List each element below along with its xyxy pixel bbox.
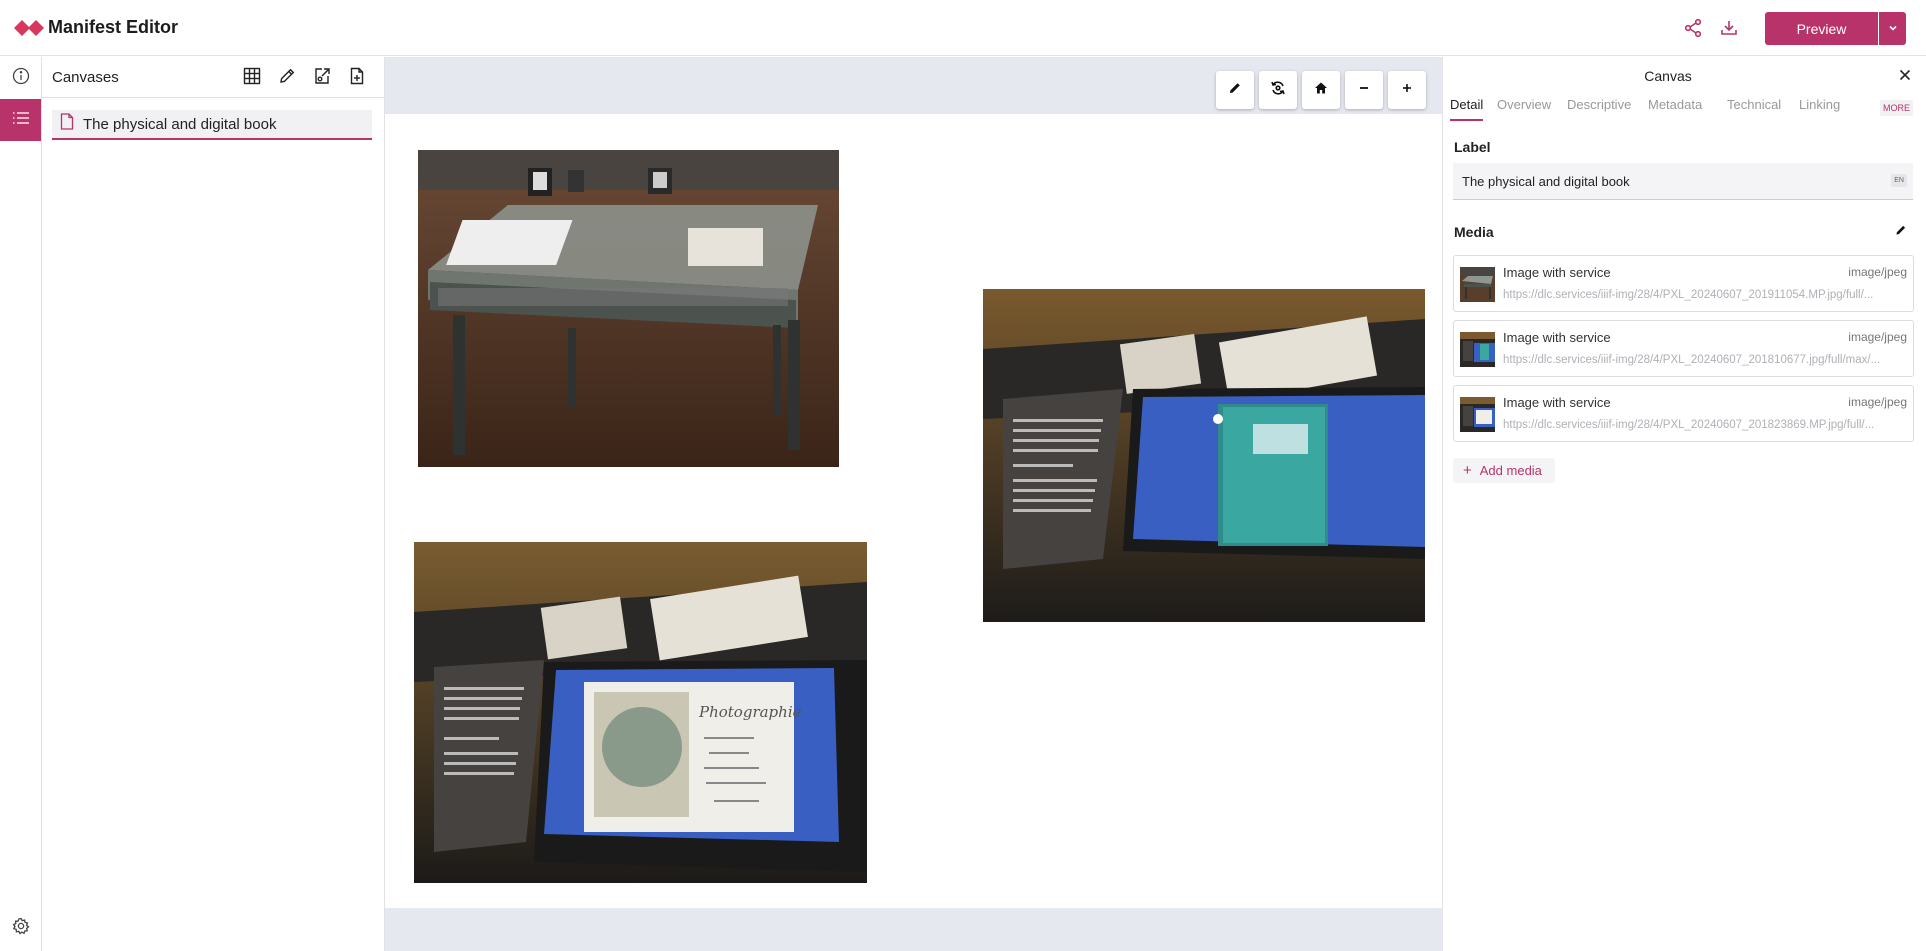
- tab-descriptive[interactable]: Descriptive: [1567, 97, 1631, 121]
- photo-exhibit-case: [418, 150, 839, 467]
- preview-button[interactable]: Preview: [1765, 12, 1878, 45]
- media-url: https://dlc.services/iiif-img/28/4/PXL_2…: [1503, 289, 1874, 301]
- export-button[interactable]: [309, 65, 335, 91]
- canvas-properties-panel: Canvas Detail Overview Descriptive Metad…: [1442, 57, 1926, 951]
- list-icon: [12, 111, 30, 130]
- edit-icon: [1228, 81, 1242, 100]
- panel-tabs: Detail Overview Descriptive Metadata Tec…: [1443, 97, 1917, 121]
- edit-canvases-button[interactable]: [274, 65, 300, 91]
- grid-icon: [243, 67, 261, 90]
- download-icon[interactable]: [1716, 15, 1742, 41]
- label-field[interactable]: The physical and digital book EN: [1453, 163, 1913, 200]
- sidebar-title: Canvases: [52, 69, 119, 86]
- media-item[interactable]: Image with service image/jpeg https://dl…: [1453, 385, 1914, 442]
- media-type: image/jpeg: [1848, 330, 1907, 344]
- reset-view-button[interactable]: [1259, 71, 1297, 109]
- home-icon: [1314, 81, 1328, 100]
- settings-button[interactable]: [0, 907, 41, 949]
- canvas-viewer: Photographie: [385, 57, 1442, 951]
- label-value: The physical and digital book: [1462, 174, 1630, 189]
- add-media-label: Add media: [1479, 463, 1542, 478]
- media-url: https://dlc.services/iiif-img/28/4/PXL_2…: [1503, 354, 1881, 366]
- language-badge[interactable]: EN: [1891, 174, 1907, 187]
- top-bar: Manifest Editor Preview: [0, 0, 1926, 56]
- label-heading: Label: [1454, 139, 1491, 155]
- reset-icon: [1270, 80, 1286, 101]
- file-icon: [60, 113, 74, 135]
- app-logo-icon: [14, 17, 44, 39]
- media-item[interactable]: Image with service image/jpeg https://dl…: [1453, 255, 1914, 312]
- sidebar-header: Canvases: [42, 57, 384, 98]
- close-icon: [1899, 68, 1911, 86]
- zoom-out-button[interactable]: [1345, 71, 1383, 109]
- tab-detail[interactable]: Detail: [1450, 97, 1484, 121]
- canvas-list-button[interactable]: [0, 99, 41, 141]
- viewer-edit-button[interactable]: [1216, 71, 1254, 109]
- media-item[interactable]: Image with service image/jpeg https://dl…: [1453, 320, 1914, 377]
- zoom-in-icon: [1401, 81, 1413, 99]
- media-name: Image with service: [1503, 265, 1611, 280]
- settings-icon: [12, 917, 30, 940]
- home-button[interactable]: [1302, 71, 1340, 109]
- panel-title: Canvas: [1644, 68, 1692, 84]
- media-name: Image with service: [1503, 395, 1611, 410]
- info-icon: [12, 67, 30, 90]
- media-heading: Media: [1454, 224, 1494, 240]
- svg-text:Photographie: Photographie: [698, 703, 802, 721]
- plus-icon: +: [1463, 462, 1472, 479]
- tab-technical[interactable]: Technical: [1727, 97, 1781, 121]
- left-rail: [0, 57, 42, 951]
- zoom-in-button[interactable]: [1388, 71, 1426, 109]
- canvases-sidebar: Canvases The physical and digital book: [42, 57, 385, 951]
- share-icon[interactable]: [1680, 15, 1706, 41]
- add-file-icon: [348, 67, 366, 90]
- info-button[interactable]: [0, 57, 41, 99]
- media-type: image/jpeg: [1848, 265, 1907, 279]
- media-type: image/jpeg: [1848, 395, 1907, 409]
- chevron-down-icon: [1888, 20, 1898, 38]
- tab-linking[interactable]: Linking: [1799, 97, 1840, 121]
- add-canvas-button[interactable]: [344, 65, 370, 91]
- media-thumbnail: [1460, 397, 1495, 432]
- canvas-item-label: The physical and digital book: [83, 115, 277, 133]
- export-icon: [313, 67, 331, 90]
- media-thumbnail: [1460, 267, 1495, 302]
- edit-icon: [1895, 223, 1907, 241]
- canvas-stage[interactable]: Photographie: [385, 114, 1442, 908]
- zoom-out-icon: [1358, 81, 1370, 99]
- canvas-list-item[interactable]: The physical and digital book: [52, 110, 372, 140]
- edit-media-button[interactable]: [1891, 222, 1911, 242]
- tab-metadata[interactable]: Metadata: [1648, 97, 1702, 121]
- photo-album-screen-photographie: Photographie: [414, 542, 867, 883]
- media-thumbnail: [1460, 332, 1495, 367]
- photo-album-screen-green: [983, 289, 1425, 622]
- close-panel-button[interactable]: [1893, 65, 1917, 89]
- preview-options-button[interactable]: [1879, 12, 1906, 45]
- edit-icon: [278, 67, 296, 90]
- media-name: Image with service: [1503, 330, 1611, 345]
- media-url: https://dlc.services/iiif-img/28/4/PXL_2…: [1503, 419, 1875, 431]
- tab-overview[interactable]: Overview: [1497, 97, 1551, 121]
- grid-view-button[interactable]: [239, 65, 265, 91]
- app-title: Manifest Editor: [48, 17, 179, 37]
- more-tabs-button[interactable]: MORE: [1880, 100, 1913, 116]
- add-media-button[interactable]: + Add media: [1453, 458, 1555, 483]
